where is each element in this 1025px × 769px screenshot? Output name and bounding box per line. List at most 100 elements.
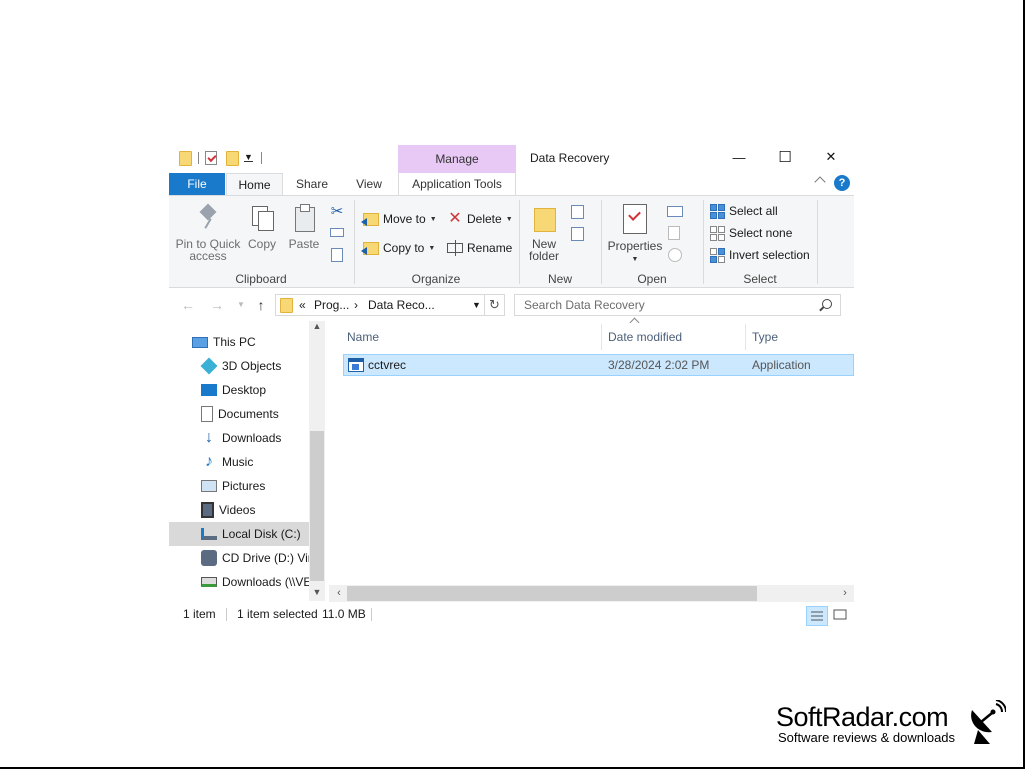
file-list: Name Date modified Type cctvrec 3/28/202…: [329, 317, 854, 601]
search-icon: [822, 299, 832, 309]
new-folder-icon[interactable]: [226, 150, 239, 166]
table-row[interactable]: cctvrec 3/28/2024 2:02 PM Application: [343, 354, 854, 376]
close-button[interactable]: ✕: [808, 145, 854, 169]
dropdown-arrow-icon: ▼: [631, 256, 639, 263]
paste-button[interactable]: Paste: [287, 204, 321, 250]
rename-button[interactable]: Rename: [447, 239, 512, 257]
pin-to-quick-access-button[interactable]: Pin to Quick access: [175, 204, 241, 262]
copy-to-button[interactable]: Copy to ▼: [361, 239, 436, 257]
address-bar[interactable]: « Prog... › Data Reco... ▼: [275, 294, 485, 316]
copy-path-icon[interactable]: [330, 228, 344, 237]
properties-icon[interactable]: [205, 151, 217, 165]
properties-label: Properties: [607, 239, 663, 253]
maximize-button[interactable]: ☐: [762, 145, 808, 169]
nav-item-local-disk[interactable]: Local Disk (C:): [169, 522, 309, 546]
move-to-button[interactable]: Move to ▼: [361, 210, 437, 228]
nav-item-downloads[interactable]: ↓ Downloads: [169, 426, 309, 450]
nav-scrollbar[interactable]: ▲ ▼: [309, 321, 325, 601]
tab-share[interactable]: Share: [286, 173, 338, 195]
properties-button[interactable]: Properties ▼: [607, 204, 663, 266]
application-icon: [348, 358, 364, 372]
column-divider[interactable]: [601, 324, 602, 350]
dropdown-arrow-icon: ▼: [428, 244, 436, 252]
copy-label: Copy: [247, 237, 276, 251]
edit-icon[interactable]: [668, 226, 680, 240]
folder-icon: [280, 298, 293, 313]
select-all-button[interactable]: Select all: [710, 202, 778, 220]
forward-arrow-icon[interactable]: →: [209, 297, 225, 313]
nav-item-cd-drive[interactable]: CD Drive (D:) Virt: [169, 546, 309, 570]
open-group-label: Open: [637, 272, 667, 286]
breadcrumb-separator-icon[interactable]: ›: [354, 295, 358, 315]
easy-access-icon[interactable]: [571, 227, 584, 241]
satellite-dish-icon: [971, 700, 1006, 744]
nav-item-this-pc[interactable]: This PC: [169, 330, 309, 354]
nav-item-music[interactable]: ♪ Music: [169, 450, 309, 474]
nav-item-desktop[interactable]: Desktop: [169, 378, 309, 402]
scroll-right-icon[interactable]: ›: [837, 587, 853, 599]
search-input[interactable]: Search Data Recovery: [514, 294, 841, 316]
help-icon[interactable]: ?: [834, 175, 850, 191]
nav-item-label: Local Disk (C:): [222, 527, 301, 541]
file-date: 3/28/2024 2:02 PM: [608, 358, 710, 372]
column-header-date-modified[interactable]: Date modified: [608, 328, 682, 346]
nav-item-3d-objects[interactable]: 3D Objects: [169, 354, 309, 378]
paste-label: Paste: [288, 237, 320, 251]
scroll-left-icon[interactable]: ‹: [331, 587, 347, 599]
toolbar-divider: [198, 152, 199, 164]
nav-item-videos[interactable]: Videos: [169, 498, 309, 522]
horizontal-scroll-thumb[interactable]: [347, 586, 757, 601]
tab-file[interactable]: File: [169, 173, 225, 195]
folder-icon: [179, 150, 192, 166]
scroll-down-icon[interactable]: ▼: [309, 587, 325, 597]
recent-locations-chevron-icon[interactable]: ▼: [233, 297, 249, 313]
paste-icon: [292, 204, 316, 232]
status-size: 11.0 MB: [322, 607, 366, 621]
cut-icon[interactable]: ✂: [329, 204, 345, 220]
dropdown-arrow-icon: ▼: [505, 215, 513, 223]
details-view-button[interactable]: [806, 606, 828, 626]
copy-button[interactable]: Copy: [245, 204, 279, 250]
documents-icon: [201, 406, 213, 422]
file-explorer-window: ▼ Manage Data Recovery — ☐ ✕ File Home S…: [169, 145, 854, 627]
history-icon[interactable]: [668, 248, 682, 262]
status-selected: 1 item selected: [237, 607, 318, 621]
column-header-name[interactable]: Name: [347, 328, 379, 346]
tab-application-tools[interactable]: Application Tools: [398, 173, 516, 195]
customize-toolbar-chevron-icon[interactable]: ▼: [244, 153, 253, 162]
download-icon: ↓: [205, 429, 213, 446]
nav-item-documents[interactable]: Documents: [169, 402, 309, 426]
new-folder-label-2: folder: [528, 249, 560, 263]
nav-item-label: Documents: [218, 407, 279, 421]
tab-view[interactable]: View: [344, 173, 394, 195]
new-folder-button[interactable]: New folder: [525, 204, 563, 262]
up-arrow-icon[interactable]: ↑: [253, 297, 269, 313]
delete-button[interactable]: ✕ Delete ▼: [447, 210, 513, 228]
invert-selection-button[interactable]: Invert selection: [710, 246, 810, 264]
scroll-up-icon[interactable]: ▲: [309, 321, 325, 331]
breadcrumb-item[interactable]: Data Reco...: [368, 295, 435, 315]
breadcrumb-overflow[interactable]: «: [299, 295, 306, 315]
new-folder-icon: [532, 204, 556, 232]
breadcrumb-item[interactable]: Prog...: [314, 295, 349, 315]
nav-scroll-thumb[interactable]: [310, 431, 324, 581]
nav-item-network-downloads[interactable]: Downloads (\\VE: [169, 570, 309, 594]
address-dropdown-icon[interactable]: ▼: [472, 295, 481, 315]
select-none-button[interactable]: Select none: [710, 224, 792, 242]
manage-context-tab[interactable]: Manage: [398, 145, 516, 173]
refresh-button[interactable]: ↻: [485, 294, 505, 316]
tab-home[interactable]: Home: [226, 173, 283, 196]
large-icons-view-button[interactable]: [830, 606, 852, 626]
file-name: cctvrec: [368, 358, 407, 372]
nav-item-pictures[interactable]: Pictures: [169, 474, 309, 498]
column-header-type[interactable]: Type: [752, 328, 778, 346]
minimize-button[interactable]: —: [716, 145, 762, 169]
new-item-icon[interactable]: [571, 205, 584, 219]
column-divider[interactable]: [745, 324, 746, 350]
open-icon[interactable]: [667, 206, 683, 217]
horizontal-scrollbar[interactable]: ‹ ›: [329, 585, 854, 602]
delete-label: Delete: [467, 212, 502, 226]
cd-drive-icon: [201, 550, 217, 566]
back-arrow-icon[interactable]: ←: [180, 297, 196, 313]
paste-shortcut-icon[interactable]: [331, 248, 343, 262]
